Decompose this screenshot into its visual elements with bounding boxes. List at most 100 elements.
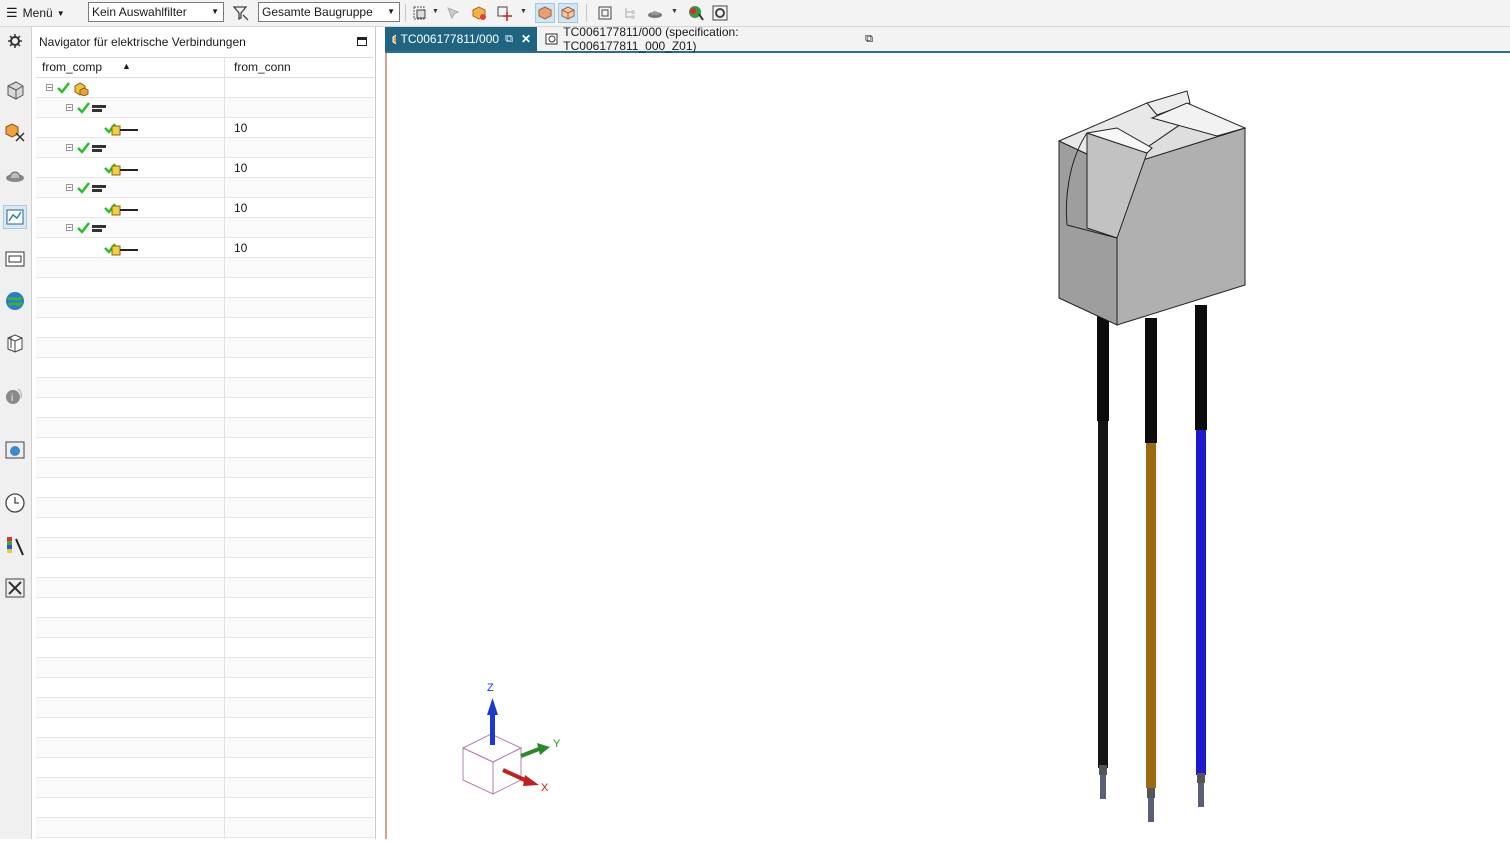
wire-status-icon [104, 199, 140, 216]
electrical-connections-icon[interactable] [3, 205, 27, 229]
collapse-toggle-icon[interactable]: − [66, 224, 73, 232]
assembly-navigator-icon[interactable] [3, 120, 27, 144]
table-row[interactable] [36, 758, 374, 778]
table-row[interactable] [36, 318, 374, 338]
fit-view-icon[interactable] [595, 3, 615, 23]
table-row[interactable] [36, 438, 374, 458]
table-row[interactable] [36, 358, 374, 378]
hamburger-icon: ☰ [6, 5, 18, 20]
table-row[interactable] [36, 618, 374, 638]
chevron-down-icon[interactable]: ▼ [671, 8, 678, 15]
table-row[interactable]: − [36, 78, 374, 98]
reuse-library-icon[interactable] [3, 331, 27, 355]
history-clock-icon[interactable] [3, 491, 27, 515]
collapse-toggle-icon[interactable]: − [66, 184, 73, 192]
table-row[interactable]: − [36, 98, 374, 118]
tab-model[interactable]: TC006177811/000 ⧉ ✕ [385, 27, 537, 51]
table-row[interactable]: − [36, 138, 374, 158]
table-row[interactable] [36, 458, 374, 478]
table-row[interactable] [36, 778, 374, 798]
constraint-navigator-icon[interactable] [3, 162, 27, 186]
table-row[interactable] [36, 658, 374, 678]
collapse-toggle-icon[interactable]: − [46, 84, 53, 92]
info-icon[interactable]: i [3, 384, 27, 408]
axis-y-label: Y [553, 738, 561, 750]
web-browser-icon[interactable] [3, 289, 27, 313]
connector-housing[interactable] [1057, 90, 1247, 326]
tab-specification[interactable]: TC006177811/000 (specification: TC006177… [539, 25, 879, 53]
wire-right[interactable] [1195, 305, 1207, 807]
color-palette-icon[interactable] [686, 3, 706, 23]
menu-button[interactable]: ☰ Menü ▼ [6, 3, 65, 23]
table-row[interactable]: 10 [36, 198, 374, 218]
from-conn-cell: 10 [234, 241, 248, 255]
shaded-mode-icon[interactable] [535, 3, 555, 23]
table-row[interactable] [36, 678, 374, 698]
table-row[interactable]: 10 [36, 118, 374, 138]
table-row[interactable]: − [36, 218, 374, 238]
scope-filter-select[interactable]: Gesamte Baugruppe ▼ [258, 2, 400, 22]
settings-gear-icon[interactable] [710, 3, 730, 23]
table-row[interactable] [36, 818, 374, 838]
table-row[interactable] [36, 398, 374, 418]
table-row[interactable] [36, 498, 374, 518]
render-style-icon[interactable] [645, 3, 665, 23]
table-row[interactable] [36, 478, 374, 498]
chevron-down-icon[interactable]: ▼ [432, 8, 439, 15]
axis-x-label: X [541, 782, 549, 794]
selection-scope-icon[interactable] [410, 3, 430, 23]
scope-filter-value: Gesamte Baugruppe [262, 5, 373, 19]
snap-point-icon[interactable] [494, 3, 514, 23]
table-row[interactable] [36, 598, 374, 618]
wire-status-icon [104, 119, 140, 136]
select-body-icon[interactable] [469, 3, 489, 23]
main-toolbar: ☰ Menü ▼ Kein Auswahlfilter ▼ Gesamte Ba… [0, 0, 1510, 27]
wire-left[interactable] [1097, 313, 1109, 799]
gear-icon[interactable] [3, 29, 27, 53]
graphics-window[interactable]: Z Y X [385, 53, 1510, 839]
table-row[interactable]: 10 [36, 238, 374, 258]
collapse-toggle-icon[interactable]: − [66, 144, 73, 152]
table-row[interactable] [36, 558, 374, 578]
table-row[interactable] [36, 738, 374, 758]
wireframe-mode-icon[interactable] [558, 3, 578, 23]
table-row[interactable] [36, 258, 374, 278]
chevron-down-icon: ▼ [56, 8, 65, 18]
table-row[interactable]: − [36, 178, 374, 198]
external-link-icon[interactable]: ⧉ [865, 33, 873, 46]
chevron-down-icon[interactable]: ▼ [520, 8, 527, 15]
model-view[interactable]: Z Y X [387, 53, 1510, 839]
table-row[interactable] [36, 298, 374, 318]
close-icon[interactable]: ✕ [521, 32, 531, 46]
table-row[interactable] [36, 538, 374, 558]
table-row[interactable] [36, 578, 374, 598]
coordinate-triad: Z Y X [461, 682, 561, 795]
table-row[interactable] [36, 378, 374, 398]
system-materials-icon[interactable] [3, 438, 27, 462]
table-row[interactable] [36, 278, 374, 298]
table-row[interactable]: 10 [36, 158, 374, 178]
table-row[interactable] [36, 798, 374, 818]
from-conn-cell: 10 [234, 201, 248, 215]
table-row[interactable] [36, 698, 374, 718]
table-row[interactable] [36, 418, 374, 438]
select-component-icon[interactable] [443, 3, 463, 23]
collapse-toggle-icon[interactable]: − [66, 104, 73, 112]
palette-roles-icon[interactable] [3, 534, 27, 558]
wire-middle[interactable] [1145, 318, 1157, 822]
table-row[interactable] [36, 638, 374, 658]
column-header-from-comp[interactable]: from_comp [42, 60, 102, 74]
table-row[interactable] [36, 718, 374, 738]
maximize-icon[interactable] [357, 37, 367, 46]
table-row[interactable] [36, 338, 374, 358]
table-row[interactable] [36, 518, 374, 538]
type-filter-icon[interactable] [231, 3, 251, 23]
column-header-from-conn[interactable]: from_conn [234, 60, 291, 74]
tools-icon[interactable] [3, 576, 27, 600]
harness-navigator-icon[interactable] [3, 247, 27, 271]
selection-filter-select[interactable]: Kein Auswahlfilter ▼ [88, 2, 224, 22]
part-navigator-icon[interactable] [3, 77, 27, 101]
assembly-tree-icon[interactable] [620, 3, 640, 23]
external-link-icon[interactable]: ⧉ [505, 33, 513, 46]
menu-label: Menü [22, 6, 53, 20]
